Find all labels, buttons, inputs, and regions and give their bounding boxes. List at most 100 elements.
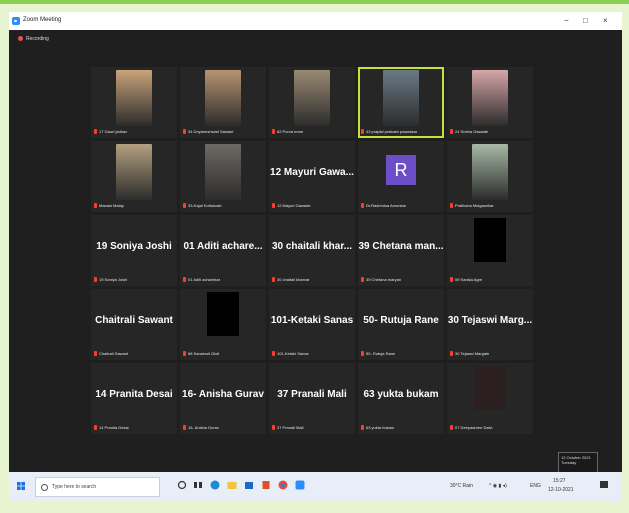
participant-name: 33-Kajal Kothavale (188, 203, 222, 208)
cortana-icon[interactable] (177, 480, 187, 490)
participant-video (472, 144, 508, 200)
participant-name-label: Dr.Rashmina Amonkar (361, 203, 406, 208)
edge-browser-icon[interactable] (210, 480, 220, 490)
mic-muted-icon (183, 277, 186, 282)
zoom-app-icon[interactable] (295, 480, 305, 490)
window-title: Zoom Meeting (23, 17, 62, 23)
participant-video (294, 70, 330, 126)
mic-muted-icon (450, 203, 453, 208)
participant-display-name: 50- Rutuja Rane (363, 315, 439, 326)
participant-video (116, 70, 152, 126)
taskbar-date[interactable]: 12-10-2021 (548, 487, 574, 493)
participant-tile[interactable]: 59 Sanika Agre (447, 215, 533, 286)
participant-tile[interactable]: 68 Sanskruti Dixit (180, 289, 266, 360)
participant-name: 14 Pranita Desai (99, 425, 129, 430)
participant-tile[interactable]: 82 Purva more (269, 67, 355, 138)
mic-muted-icon (272, 203, 275, 208)
participant-tile[interactable]: 30 chaitali khar... 30 chaitali kharvat (269, 215, 355, 286)
participant-display-name: Chaitrali Sawant (95, 315, 173, 326)
participant-name-label: 59 Sanika Agre (450, 277, 482, 282)
mic-muted-icon (183, 425, 186, 430)
participant-display-name: 19 Soniya Joshi (96, 241, 172, 252)
windows-start-icon[interactable] (17, 482, 25, 490)
task-view-icon[interactable] (193, 480, 203, 490)
mic-muted-icon (361, 351, 364, 356)
record-icon (18, 36, 23, 41)
title-bar: Zoom Meeting − □ × (9, 12, 622, 30)
taskbar-time[interactable]: 15:27 (553, 478, 566, 484)
taskbar-search-box[interactable]: Type here to search (35, 477, 160, 497)
mic-muted-icon (361, 129, 364, 134)
participant-tile[interactable]: 37 Pranali Mali 37 Pranali Mali (269, 363, 355, 434)
participant-name: 39 Chetana maryan (366, 277, 402, 282)
participant-display-name: 01 Aditi achare... (183, 241, 263, 252)
participant-name: 101-Ketaki Sanas (277, 351, 309, 356)
system-tray-icons[interactable]: ^ ◉ ▮ ◂) (489, 483, 507, 489)
zoom-icon (12, 17, 20, 25)
participant-video (205, 70, 241, 126)
notification-icon[interactable] (599, 480, 609, 490)
participant-tile[interactable]: 50- Rutuja Rane 50- Rutuja Rane (358, 289, 444, 360)
participant-name: Dr.Rashmina Amonkar (366, 203, 407, 208)
participant-display-name: 101-Ketaki Sanas (270, 315, 354, 326)
participant-tile[interactable]: 39 Chetana man... 39 Chetana maryan (358, 215, 444, 286)
participant-video (472, 70, 508, 126)
recording-indicator[interactable]: Recording (18, 36, 49, 42)
participant-tile[interactable]: 63 yukta bukam 63 yukta bukam (358, 363, 444, 434)
participant-tile[interactable]: 24 Sneha Gawade (447, 67, 533, 138)
participant-name-label: 17 Gauri jadhav (94, 129, 127, 134)
participant-tile[interactable]: Chaitrali Sawant Chaitrali Sawant (91, 289, 177, 360)
mic-muted-icon (361, 425, 364, 430)
participant-name-label: 30 chaitali kharvat (272, 277, 309, 282)
participant-tile[interactable]: Manasi Malap (91, 141, 177, 212)
participant-display-name: 14 Pranita Desai (95, 389, 173, 400)
participant-tile[interactable]: 14 Pranita Desai 14 Pranita Desai (91, 363, 177, 434)
participant-display-name: 37 Pranali Mali (277, 389, 347, 400)
participant-tile[interactable]: 12 Mayuri Gawa... 12 Mayuri Gawade (269, 141, 355, 212)
office-icon[interactable] (261, 480, 271, 490)
participant-tile[interactable]: 17 Gauri jadhav (91, 67, 177, 138)
participant-name: 50- Rutuja Rane (366, 351, 396, 356)
participant-name: 63 yukta bukam (366, 425, 395, 430)
search-icon (41, 484, 48, 491)
mic-muted-icon (94, 425, 97, 430)
participant-tile[interactable]: R Dr.Rashmina Amonkar (358, 141, 444, 212)
participant-tile[interactable]: Pratiksha Mulgaonkar (447, 141, 533, 212)
maximize-button[interactable]: □ (583, 16, 588, 25)
zoom-window: Zoom Meeting − □ × Recording 17 Gauri ja… (9, 12, 622, 501)
participant-tile[interactable]: 34 Dnyaneshwari Sawant (180, 67, 266, 138)
participant-name: 24 Sneha Gawade (455, 129, 489, 134)
mic-muted-icon (94, 351, 97, 356)
participant-tile[interactable]: 33-Kajal Kothavale (180, 141, 266, 212)
participant-name-label: 37 Pranali Mali (272, 425, 303, 430)
participant-grid: 17 Gauri jadhav 34 Dnyaneshwari Sawant 82 … (91, 67, 539, 436)
participant-tile[interactable]: 30 Tejaswi Marg... 30 Tejaswi Margale (447, 289, 533, 360)
mic-muted-icon (183, 203, 186, 208)
participant-name-label: 101-Ketaki Sanas (272, 351, 309, 356)
file-explorer-icon[interactable] (227, 480, 237, 490)
participant-tile[interactable]: 101-Ketaki Sanas 101-Ketaki Sanas (269, 289, 355, 360)
store-icon[interactable] (244, 480, 254, 490)
participant-name-label: 43 prajakt prakash pawaskar (361, 129, 417, 134)
participant-display-name: 30 chaitali khar... (271, 241, 353, 252)
participant-name-label: 30 Tejaswi Margale (450, 351, 489, 356)
weather-status[interactable]: 30°C Rain (450, 483, 473, 489)
participant-name-label: 24 Sneha Gawade (450, 129, 488, 134)
clock-popup-day: Tuesday (561, 460, 577, 465)
language-indicator[interactable]: ENG (530, 483, 541, 489)
participant-tile[interactable]: 19 Soniya Joshi 19 Soniya Joshi (91, 215, 177, 286)
close-button[interactable]: × (603, 16, 608, 25)
participant-tile[interactable]: 01 Aditi achare... 01 Aditi acharekar (180, 215, 266, 286)
participant-name-label: 14 Pranita Desai (94, 425, 129, 430)
participant-tile[interactable]: 07 Deepashree Dalvi (447, 363, 533, 434)
minimize-button[interactable]: − (564, 16, 569, 25)
participant-name: 43 prajakt prakash pawaskar (366, 129, 418, 134)
participant-name: 37 Pranali Mali (277, 425, 304, 430)
participant-tile[interactable]: 16- Anisha Gurav 16- Anisha Gurav (180, 363, 266, 434)
search-placeholder: Type here to search (52, 484, 97, 490)
mic-muted-icon (94, 203, 97, 208)
mic-muted-icon (450, 425, 453, 430)
chrome-icon[interactable] (278, 480, 288, 490)
participant-name-label: 34 Dnyaneshwari Sawant (183, 129, 233, 134)
participant-tile[interactable]: 43 prajakt prakash pawaskar (358, 67, 444, 138)
